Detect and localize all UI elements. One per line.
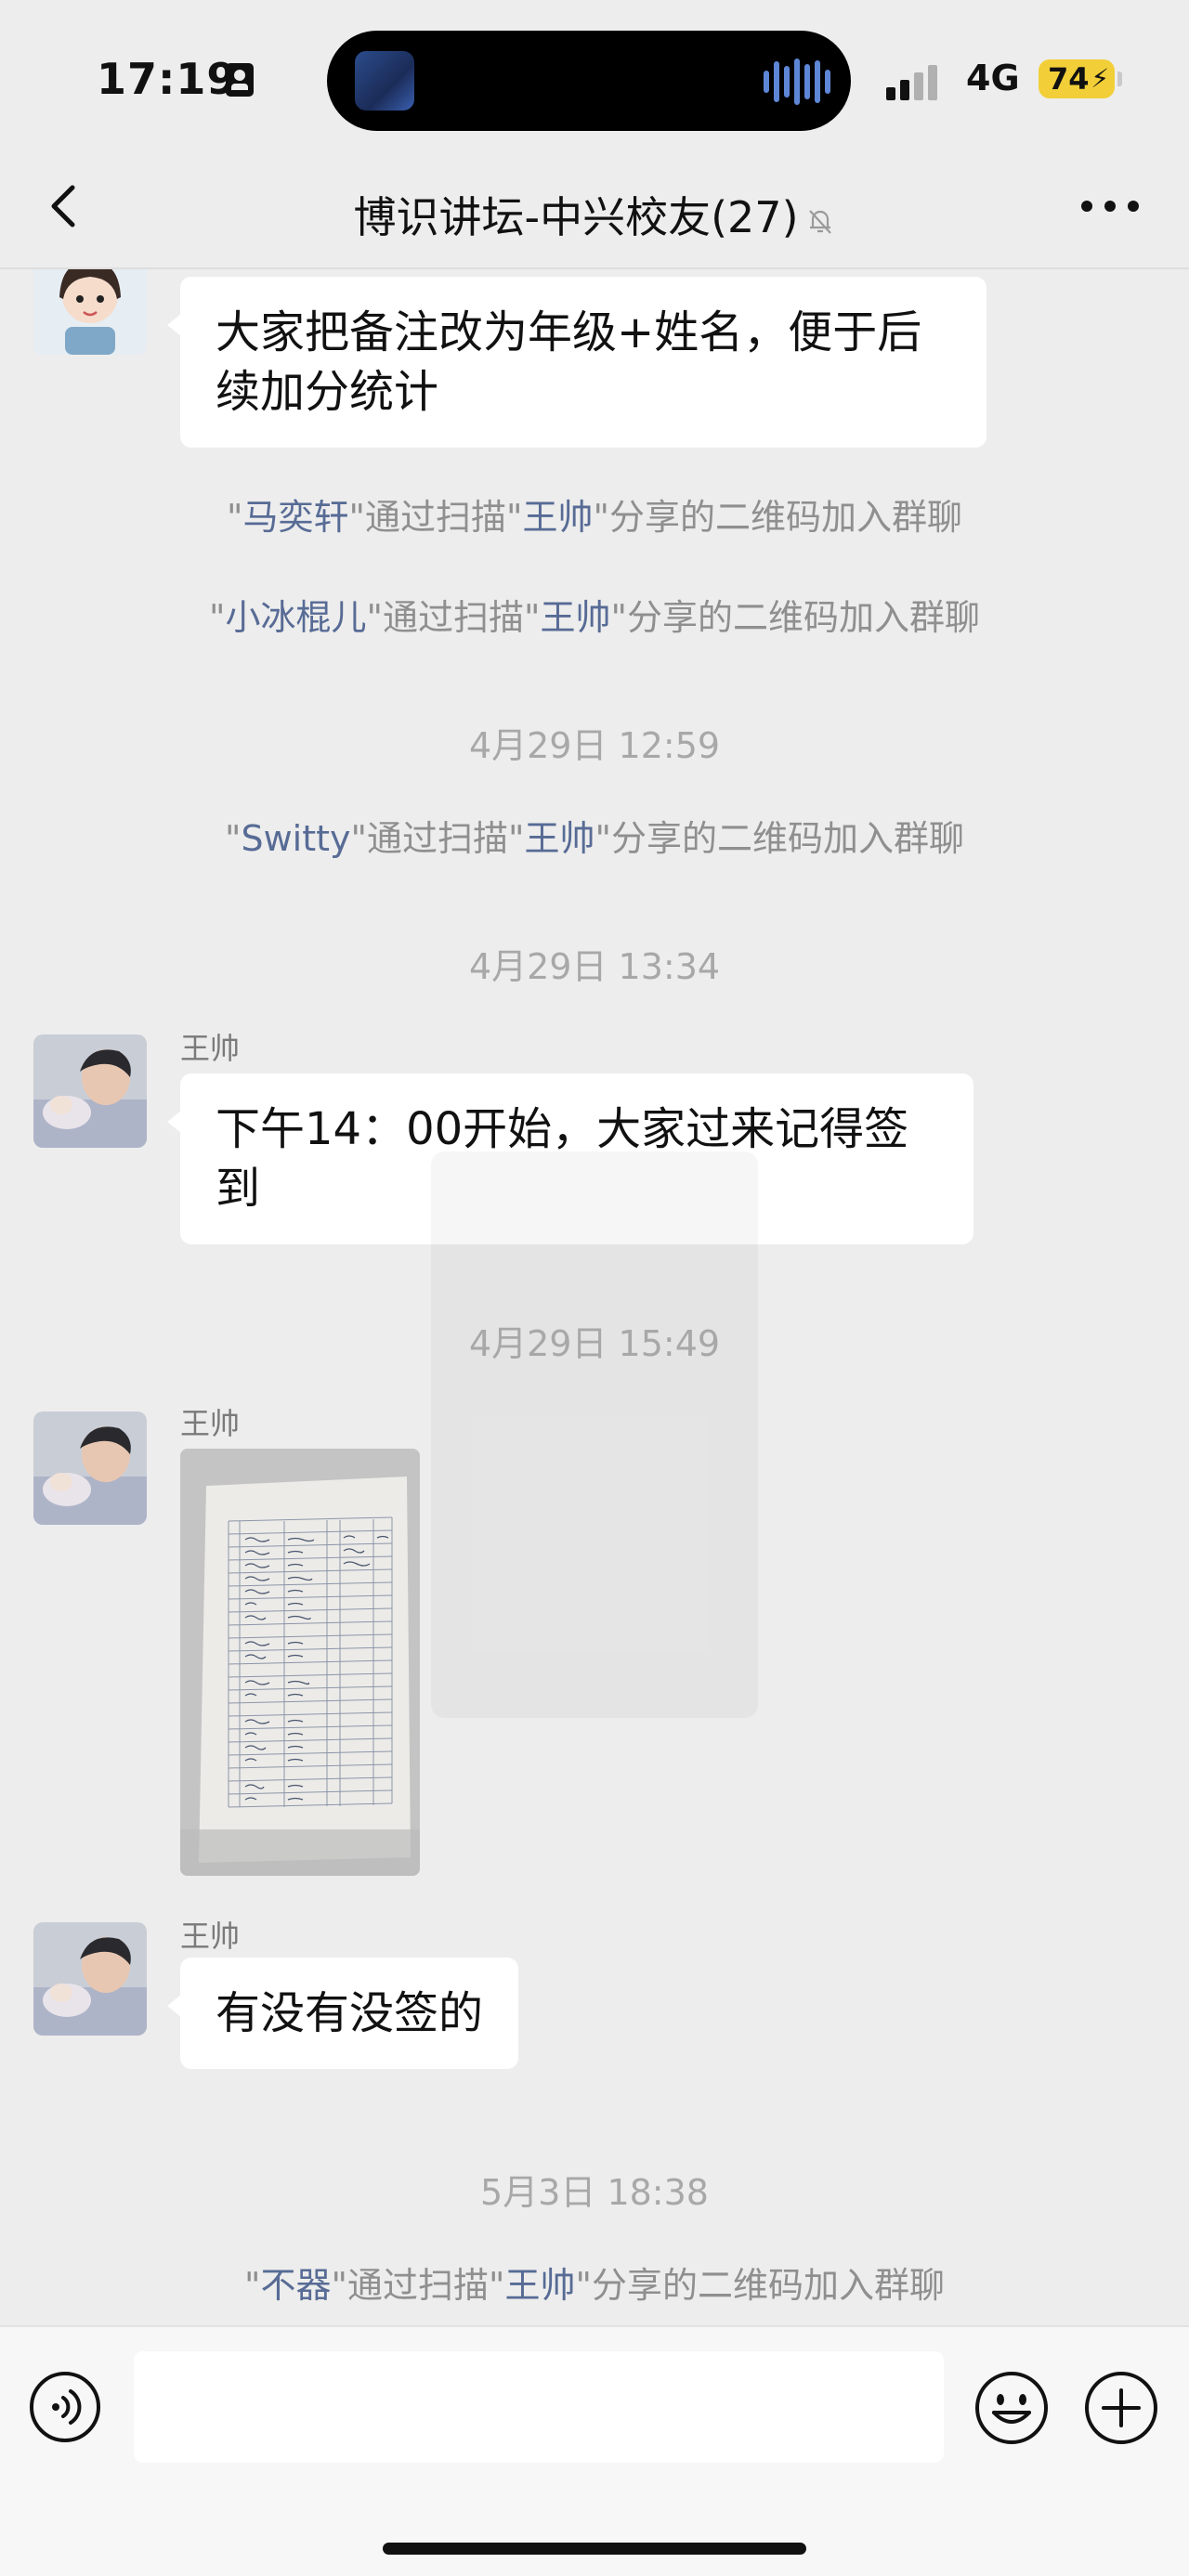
notice-text: "分享的二维码加入群聊: [593, 497, 962, 538]
notice-text: "分享的二维码加入群聊: [610, 597, 980, 638]
focus-id-icon: [226, 63, 254, 97]
battery-level: 74: [1048, 61, 1090, 97]
message-text: 有没有没签的: [216, 1987, 484, 2039]
timestamp: 4月29日 15:49: [468, 1323, 721, 1364]
message-input[interactable]: [134, 2351, 944, 2463]
avatar[interactable]: [33, 1922, 147, 2036]
message-bubble[interactable]: 有没有没签的: [166, 1958, 519, 2069]
inviter-name-link[interactable]: 王帅: [504, 2265, 575, 2306]
notice-text: "通过扫描": [348, 497, 523, 538]
dynamic-island[interactable]: [327, 31, 851, 131]
group-name: 博识讲坛-中兴校友(27): [353, 192, 799, 242]
status-bar: 17:19 4G 74 ⚡: [0, 0, 1189, 139]
system-join-notice: "马奕轩"通过扫描"王帅"分享的二维码加入群聊: [0, 488, 1189, 540]
battery-indicator: 74 ⚡: [1039, 59, 1122, 98]
inviter-name-link[interactable]: 王帅: [525, 818, 595, 859]
notice-text: "通过扫描": [366, 597, 541, 638]
toast-overlay: [431, 1151, 758, 1718]
input-bar: [0, 2325, 1189, 2576]
sign-in-sheet-photo-icon: [180, 1449, 420, 1876]
now-playing-thumbnail: [355, 51, 414, 111]
system-join-notice: "小冰棍儿"通过扫描"王帅"分享的二维码加入群聊: [0, 589, 1189, 640]
quote: ": [227, 497, 243, 538]
inviter-name-link[interactable]: 王帅: [540, 597, 610, 638]
quote: ": [225, 818, 242, 859]
user-photo-avatar-icon: [33, 1412, 147, 1525]
status-time: 17:19: [97, 54, 238, 104]
system-join-notice: "不器"通过扫描"王帅"分享的二维码加入群聊: [0, 2257, 1189, 2308]
user-photo-avatar-icon: [33, 1034, 147, 1148]
sender-name: 王帅: [180, 1919, 241, 1954]
timestamp: 4月29日 13:34: [468, 946, 721, 987]
network-type: 4G: [966, 58, 1020, 98]
avatar[interactable]: [33, 1412, 147, 1525]
emoji-icon[interactable]: [973, 2370, 1050, 2446]
image-message[interactable]: [180, 1449, 420, 1876]
message-text: 大家把备注改为年级+姓名，便于后续加分统计: [216, 306, 922, 418]
member-name-link[interactable]: 小冰棍儿: [226, 597, 367, 638]
timestamp: 5月3日 18:38: [480, 2172, 709, 2213]
message-bubble[interactable]: 大家把备注改为年级+姓名，便于后续加分统计: [167, 277, 986, 448]
audio-wave-icon: [764, 59, 835, 105]
bell-slash-icon: [808, 209, 831, 234]
more-dots-icon[interactable]: [1078, 197, 1143, 215]
charging-icon: ⚡: [1091, 63, 1109, 94]
chat-title: 博识讲坛-中兴校友(27): [0, 184, 1189, 245]
girl-avatar-icon: [33, 269, 147, 355]
message-list[interactable]: 大家把备注改为年级+姓名，便于后续加分统计 "马奕轩"通过扫描"王帅"分享的二维…: [0, 269, 1189, 2325]
home-indicator[interactable]: [383, 2543, 806, 2555]
member-name-link[interactable]: Switty: [241, 818, 350, 859]
member-name-link[interactable]: 不器: [261, 2265, 332, 2306]
sender-name: 王帅: [180, 1406, 241, 1441]
avatar[interactable]: [33, 1034, 147, 1148]
member-name-link[interactable]: 马奕轩: [243, 497, 349, 538]
quote: ": [209, 597, 226, 638]
notice-text: "分享的二维码加入群聊: [594, 818, 964, 859]
avatar[interactable]: [33, 269, 147, 355]
cellular-signal-icon: [886, 65, 942, 100]
notice-text: "通过扫描": [350, 818, 525, 859]
chat-navbar: 博识讲坛-中兴校友(27): [0, 139, 1189, 269]
plus-circle-icon[interactable]: [1083, 2370, 1159, 2446]
timestamp: 4月29日 12:59: [468, 725, 721, 766]
inviter-name-link[interactable]: 王帅: [522, 497, 593, 538]
quote: ": [244, 2265, 261, 2306]
sender-name: 王帅: [180, 1031, 241, 1066]
system-join-notice: "Switty"通过扫描"王帅"分享的二维码加入群聊: [0, 810, 1189, 861]
user-photo-avatar-icon: [33, 1922, 147, 2036]
voice-icon[interactable]: [28, 2370, 102, 2444]
notice-text: "分享的二维码加入群聊: [575, 2265, 945, 2306]
notice-text: "通过扫描": [331, 2265, 505, 2306]
